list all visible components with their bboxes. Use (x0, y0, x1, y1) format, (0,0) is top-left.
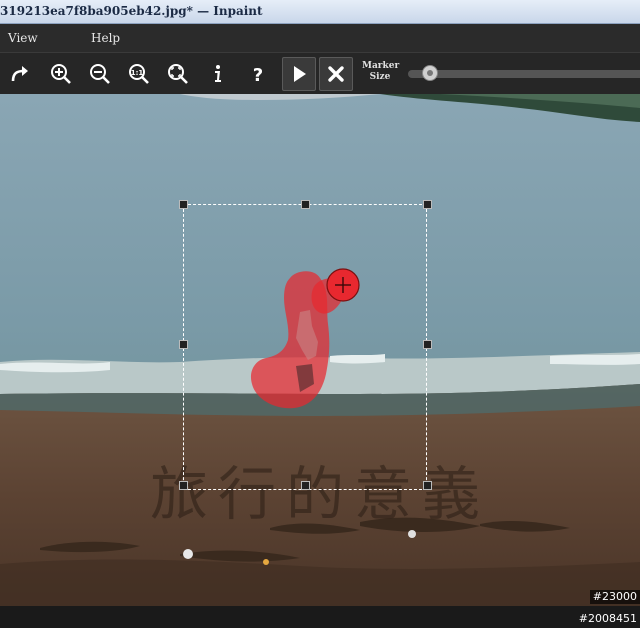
marker-size-label: Marker Size (362, 61, 400, 83)
info-button[interactable] (201, 57, 235, 91)
help-icon: ? (253, 65, 263, 85)
help-button[interactable]: ? (241, 57, 275, 91)
zoom-fit-icon (168, 64, 188, 84)
marker-size-slider[interactable] (408, 70, 640, 78)
svg-text:?: ? (253, 65, 263, 85)
selection-handle-e[interactable] (423, 340, 432, 349)
selection-handle-ne[interactable] (423, 200, 432, 209)
zoom-actual-icon: 1:1 (129, 64, 149, 84)
marker-size-label-line2: Size (369, 72, 391, 82)
cancel-icon (328, 66, 344, 82)
marker-size-slider-thumb[interactable] (421, 65, 438, 81)
selection-handle-n[interactable] (301, 200, 310, 209)
zoom-in-icon (51, 64, 71, 84)
run-button[interactable] (282, 57, 316, 91)
selection-handle-sw[interactable] (179, 481, 188, 490)
selection-handle-nw[interactable] (179, 200, 188, 209)
selection-handle-s[interactable] (301, 481, 310, 490)
zoom-actual-button[interactable]: 1:1 (122, 57, 156, 91)
window-title: 319213ea7f8ba905eb42.jpg* — Inpaint (0, 4, 263, 18)
toolbar: 1:1 ? Marker Size (0, 52, 640, 95)
info-icon (215, 65, 221, 82)
selection-handle-w[interactable] (179, 340, 188, 349)
redo-icon (11, 66, 28, 82)
menu-bar: View Help (0, 24, 640, 52)
run-icon (294, 66, 306, 82)
selection-handle-se[interactable] (423, 481, 432, 490)
svg-text:1:1: 1:1 (131, 69, 144, 77)
zoom-in-button[interactable] (44, 57, 78, 91)
title-bar: 319213ea7f8ba905eb42.jpg* — Inpaint (0, 0, 640, 24)
menu-help-label: Help (91, 31, 121, 45)
zoom-out-button[interactable] (83, 57, 117, 91)
menu-help[interactable]: Help (91, 31, 120, 45)
status-bar: #2008451 (0, 606, 640, 628)
zoom-out-icon (90, 64, 110, 84)
menu-view-label: View (8, 31, 38, 45)
zoom-fit-button[interactable] (161, 57, 195, 91)
marker-size-label-line1: Marker (362, 61, 400, 71)
redo-button[interactable] (3, 57, 37, 91)
selection-box[interactable] (183, 204, 427, 490)
image-id-badge: #23000 (589, 590, 640, 604)
menu-view[interactable]: View (8, 31, 38, 45)
status-id: #2008451 (578, 612, 637, 625)
cancel-button[interactable] (319, 57, 353, 91)
image-canvas[interactable]: 旅行的意義 #23000 (0, 94, 640, 606)
